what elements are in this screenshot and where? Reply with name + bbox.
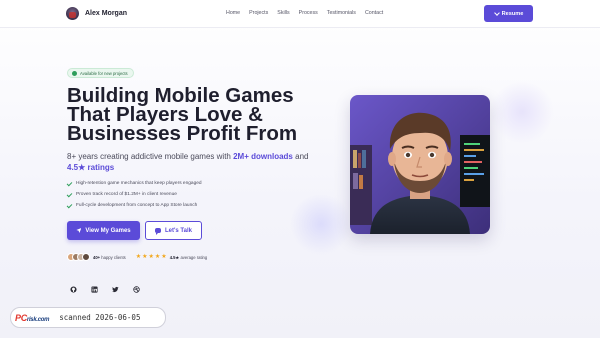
nav-link-skills[interactable]: Skills (277, 10, 289, 16)
feature-text: Proven track record of $1.2M+ in client … (76, 192, 177, 197)
view-games-button[interactable]: View My Games (67, 221, 140, 240)
feature-text: Full-cycle development from concept to A… (76, 203, 198, 208)
rocket-icon (76, 228, 82, 233)
decorative-blob (290, 193, 352, 255)
clients-number: 40+ (93, 254, 101, 260)
brand-avatar (66, 7, 79, 20)
availability-badge: Available for new projects (67, 68, 134, 78)
social-proof: 40+ happy clients ★ ★ ★ ★ ★ 4.5★ average… (67, 253, 207, 261)
watermark-logo-sub: risk.com (26, 316, 50, 323)
hero-subtitle: 8+ years creating addictive mobile games… (67, 151, 317, 173)
view-games-label: View My Games (85, 227, 131, 234)
star-icon: ★ (161, 254, 167, 260)
social-links (70, 286, 140, 293)
client-avatar (82, 253, 90, 261)
star-icon: ★ (154, 254, 161, 260)
rating-label: average rating (180, 254, 208, 260)
navbar: Alex Morgan Home Projects Skills Process… (0, 0, 600, 28)
lets-talk-button[interactable]: Let's Talk (145, 221, 202, 240)
watermark: PCrisk.com scanned 2026-06-05 (10, 307, 166, 328)
subtitle-text-2: and (292, 152, 309, 161)
status-dot-icon (72, 70, 77, 76)
nav-link-testimonials[interactable]: Testimonials (327, 10, 356, 16)
clients-count: 40+ happy clients (93, 255, 126, 260)
dribbble-icon[interactable] (133, 286, 140, 293)
watermark-logo-main: PC (15, 312, 27, 323)
resume-button[interactable]: Resume (484, 5, 533, 22)
linkedin-icon[interactable] (91, 286, 98, 293)
downloads-highlight: 2M+ downloads (233, 152, 293, 161)
check-icon (66, 180, 73, 186)
twitter-icon[interactable] (112, 286, 119, 293)
rating-value: 4.5★ (169, 254, 180, 260)
nav-link-home[interactable]: Home (226, 10, 240, 16)
brand[interactable]: Alex Morgan (66, 7, 127, 20)
headline-line-3: Businesses Profit From (67, 122, 298, 145)
developer-portrait (350, 95, 490, 234)
decorative-blob (490, 80, 554, 144)
nav-links: Home Projects Skills Process Testimonial… (226, 10, 392, 16)
watermark-logo: PCrisk.com (15, 313, 49, 323)
availability-text: Available for new projects (80, 70, 128, 76)
github-icon[interactable] (70, 286, 77, 293)
hero-headline: Building Mobile Games That Players Love … (67, 85, 327, 145)
nav-link-process[interactable]: Process (299, 10, 318, 16)
clients-label: happy clients (101, 254, 126, 260)
rating-stars: ★ ★ ★ ★ ★ (136, 254, 167, 260)
lets-talk-label: Let's Talk (165, 227, 192, 234)
watermark-text: scanned 2026-06-05 (59, 313, 141, 322)
feature-list: High-retention game mechanics that keep … (66, 178, 202, 211)
feature-item: Proven track record of $1.2M+ in client … (66, 189, 202, 200)
nav-link-projects[interactable]: Projects (249, 10, 268, 16)
subtitle-text: 8+ years creating addictive mobile games… (67, 152, 234, 161)
feature-item: Full-cycle development from concept to A… (66, 200, 202, 211)
star-icon: ★ (135, 254, 142, 260)
feature-item: High-retention game mechanics that keep … (66, 178, 202, 189)
average-rating: 4.5★ average rating (170, 255, 208, 260)
chat-icon (155, 228, 161, 235)
brand-name: Alex Morgan (85, 10, 128, 17)
star-icon: ★ (148, 254, 154, 260)
resume-button-label: Resume (501, 10, 524, 17)
download-icon (494, 11, 499, 16)
nav-link-contact[interactable]: Contact (365, 10, 383, 16)
star-icon: ★ (142, 254, 148, 260)
check-icon (66, 191, 73, 197)
feature-text: High-retention game mechanics that keep … (76, 181, 202, 186)
ratings-highlight: 4.5★ ratings (67, 163, 115, 172)
check-icon (66, 202, 73, 208)
